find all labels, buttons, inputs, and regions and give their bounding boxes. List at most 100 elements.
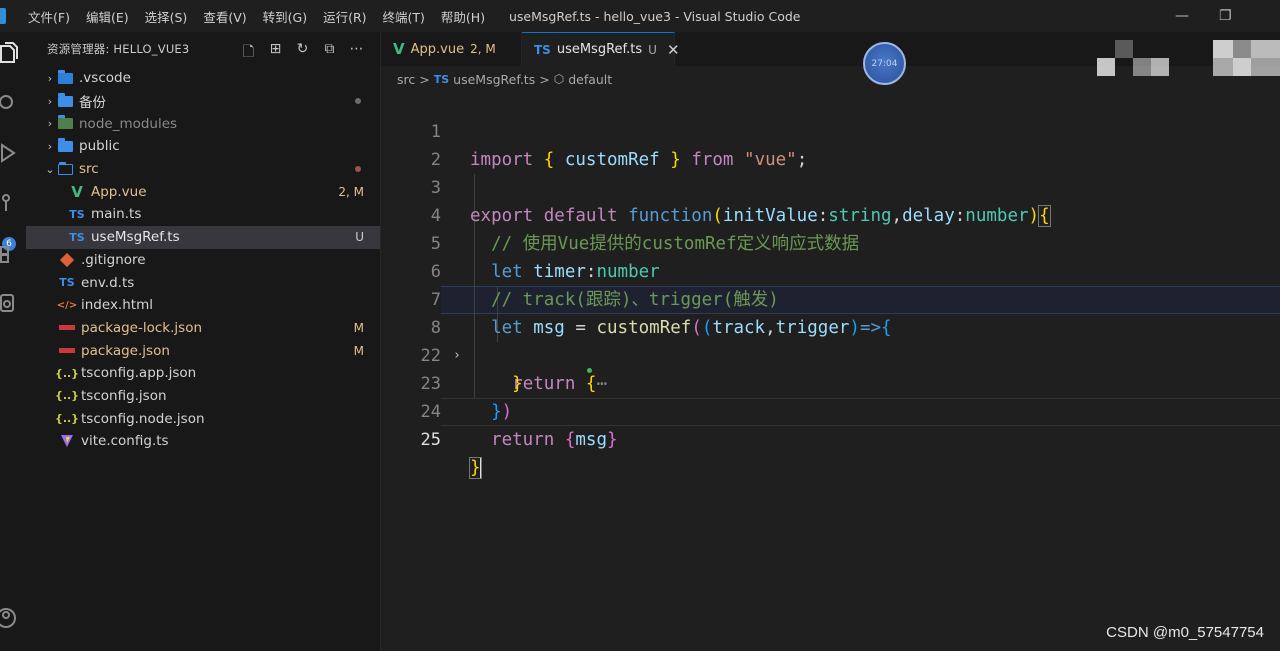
code-line: 2 <box>381 118 1280 170</box>
tab-status: 2, M <box>470 42 496 56</box>
tree-item-main-ts[interactable]: TS main.ts <box>26 203 380 226</box>
git-status: M <box>353 343 364 358</box>
chevron-right-icon: › <box>47 117 53 131</box>
modified-dot <box>355 166 361 173</box>
git-file-icon <box>58 252 76 267</box>
code-line: 5 let timer:number <box>381 202 1280 282</box>
vue-file-icon: V <box>71 182 83 201</box>
new-folder-icon[interactable]: ⊞ <box>267 41 284 65</box>
minimize-icon[interactable]: — <box>1175 8 1189 24</box>
ts-file-icon: TS <box>69 230 85 244</box>
code-line: 4 // 使用Vue提供的customRef定义响应式数据 <box>381 174 1280 254</box>
new-file-icon[interactable]: 🗋 <box>240 41 257 65</box>
tree-item-label: 备份 <box>79 95 106 112</box>
tree-item-tsconfig-app-json[interactable]: {..} tsconfig.app.json <box>26 362 380 385</box>
activity-bar: 6 <box>0 32 26 651</box>
code-editor[interactable]: 1 import { customRef } from "vue"; 2 3 e… <box>381 90 1280 651</box>
tree-item-gitignore[interactable]: .gitignore <box>26 249 380 272</box>
breadcrumb-separator: > <box>539 71 550 87</box>
search-icon[interactable] <box>0 92 18 114</box>
breadcrumb-file[interactable]: useMsgRef.ts <box>453 72 535 87</box>
text-cursor <box>479 457 482 479</box>
npm-file-icon <box>58 321 76 335</box>
tree-item-app-vue[interactable]: V App.vue 2, M <box>26 180 380 203</box>
breadcrumb-src[interactable]: src <box>397 72 415 87</box>
tree-item-label: env.d.ts <box>81 274 135 291</box>
git-status: 2, M <box>338 184 364 199</box>
tree-item-label: src <box>79 161 99 178</box>
more-actions-icon[interactable]: ⋯ <box>348 41 365 65</box>
tab-label: useMsgRef.ts <box>556 42 643 57</box>
extensions-icon[interactable] <box>0 242 18 264</box>
file-tree: › .vscode › 备份 › node_modules › public ⌄… <box>26 67 380 453</box>
tree-item-label: vite.config.ts <box>81 433 169 450</box>
account-icon[interactable] <box>0 607 18 629</box>
line-number: 25 <box>420 430 441 450</box>
folder-icon <box>56 92 74 108</box>
chevron-down-icon: ⌄ <box>45 162 55 176</box>
ts-file-icon: TS <box>69 207 85 221</box>
tree-item-label: node_modules <box>79 115 178 132</box>
refresh-icon[interactable]: ↻ <box>294 41 311 65</box>
ts-file-icon: TS <box>433 72 450 86</box>
tree-item-env-d-ts[interactable]: TS env.d.ts <box>26 271 380 294</box>
symbol-module-icon: ⬡ <box>553 72 565 86</box>
menu-bar: 文件(F) 编辑(E) 选择(S) 查看(V) 转到(G) 运行(R) 终端(T… <box>20 7 493 26</box>
restore-icon[interactable]: ❐ <box>1219 8 1232 24</box>
modified-dot <box>355 98 361 105</box>
git-status: U <box>355 230 364 245</box>
menu-edit[interactable]: 编辑(E) <box>78 7 137 26</box>
ts-file-icon: TS <box>59 276 75 290</box>
code-line: 1 import { customRef } from "vue"; <box>381 90 1280 170</box>
code-line: 3 export default function(initValue:stri… <box>381 146 1280 227</box>
code-line: 25 } <box>381 398 1280 479</box>
vscode-folder-icon <box>56 69 74 85</box>
chevron-right-icon: › <box>47 71 53 85</box>
close-icon[interactable]: ✕ <box>667 41 680 59</box>
tree-item-tsconfig-json[interactable]: {..} tsconfig.json <box>26 385 380 408</box>
json-file-icon: {..} <box>54 366 80 380</box>
tree-item-node-modules[interactable]: › node_modules <box>26 112 380 135</box>
tree-item-package-json[interactable]: package.json M <box>26 339 380 362</box>
tree-item-package-lock-json[interactable]: package-lock.json M <box>26 317 380 340</box>
npm-file-icon <box>58 344 76 358</box>
tree-item-label: App.vue <box>91 183 147 200</box>
tab-app-vue[interactable]: V App.vue 2, M <box>381 32 522 66</box>
watermark: CSDN @m0_57547754 <box>1106 624 1264 641</box>
menu-help[interactable]: 帮助(H) <box>433 7 493 26</box>
tree-item-usemsgref-ts[interactable]: TS useMsgRef.ts U <box>26 225 380 249</box>
menu-file[interactable]: 文件(F) <box>20 7 78 26</box>
tab-status: U <box>648 42 657 57</box>
tree-item-label: .vscode <box>79 70 131 87</box>
tree-item-backup[interactable]: › 备份 <box>26 90 380 113</box>
menu-selection[interactable]: 选择(S) <box>137 7 196 26</box>
html-file-icon: </> <box>56 299 78 311</box>
tree-item-label: main.ts <box>91 206 142 223</box>
source-control-icon[interactable] <box>0 192 18 214</box>
remote-explorer-icon[interactable] <box>0 292 18 314</box>
chevron-right-icon: › <box>47 139 53 153</box>
tab-label: App.vue <box>410 41 465 57</box>
tree-item-index-html[interactable]: </> index.html <box>26 294 380 317</box>
tab-usemsgref-ts[interactable]: TS useMsgRef.ts U ✕ <box>522 32 680 66</box>
menu-view[interactable]: 查看(V) <box>195 7 254 26</box>
code-line: 22 } <box>381 314 1280 394</box>
tree-item-src[interactable]: ⌄ src <box>26 158 380 181</box>
tree-item-vscode[interactable]: › .vscode <box>26 67 380 90</box>
code-line: 24 return {msg} <box>381 370 1280 450</box>
breadcrumb-symbol[interactable]: default <box>568 72 612 87</box>
collapse-all-icon[interactable]: ⧉ <box>321 41 338 65</box>
explorer-icon[interactable] <box>0 42 18 64</box>
open-folder-icon <box>56 161 74 176</box>
tree-item-tsconfig-node-json[interactable]: {..} tsconfig.node.json <box>26 407 380 430</box>
run-debug-icon[interactable] <box>0 142 18 164</box>
title-bar: 文件(F) 编辑(E) 选择(S) 查看(V) 转到(G) 运行(R) 终端(T… <box>0 0 1280 32</box>
menu-run[interactable]: 运行(R) <box>315 7 374 26</box>
tree-item-public[interactable]: › public <box>26 135 380 158</box>
tree-item-label: tsconfig.node.json <box>81 410 205 427</box>
vscode-logo-icon <box>0 8 6 24</box>
tree-item-label: .gitignore <box>81 251 146 268</box>
menu-terminal[interactable]: 终端(T) <box>375 7 433 26</box>
menu-go[interactable]: 转到(G) <box>255 7 315 26</box>
tree-item-vite-config-ts[interactable]: vite.config.ts <box>26 430 380 453</box>
